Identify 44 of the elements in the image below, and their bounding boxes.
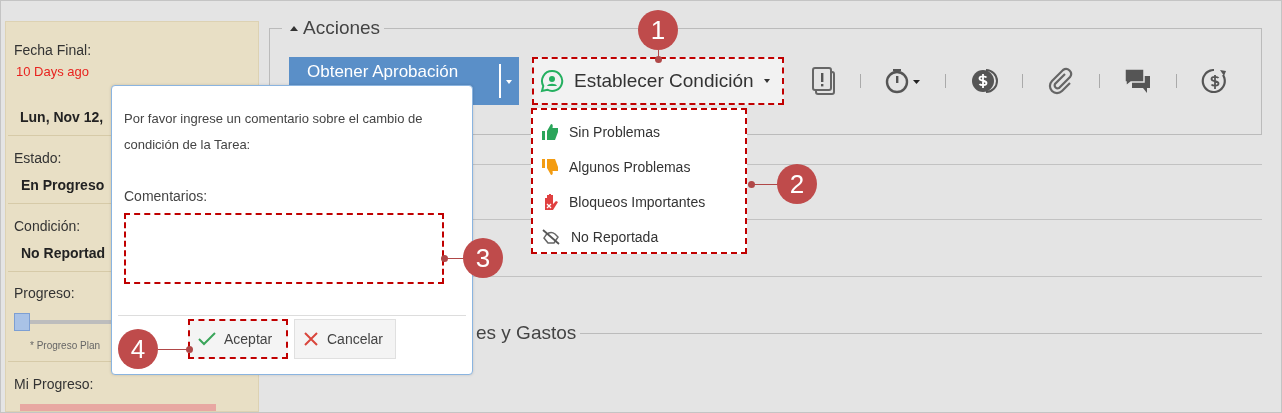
caret-icon	[763, 79, 770, 83]
timer-icon[interactable]	[885, 68, 921, 94]
leader-dot	[748, 181, 755, 188]
my-progress-label: Mi Progreso:	[14, 376, 94, 393]
paperclip-icon[interactable]	[1047, 67, 1075, 95]
progress-note: * Progreso Plan	[30, 340, 101, 352]
check-icon	[198, 331, 216, 347]
thumbs-up-icon	[541, 122, 559, 141]
leader-dot	[186, 346, 193, 353]
dialog-button[interactable]: Cancelar	[294, 319, 397, 359]
callout-number: 1	[638, 10, 678, 50]
progress-label: Progreso:	[14, 285, 75, 302]
menu-item[interactable]: Sin Problemas	[533, 114, 745, 149]
actions-legend: Acciones	[303, 17, 381, 39]
leader-dot	[655, 56, 662, 63]
dialog-message: Por favor ingrese un comentario sobre el cambio de condición de la Tarea:	[124, 110, 424, 154]
due-date-label: Fecha Final:	[14, 42, 92, 58]
close-icon	[303, 331, 319, 347]
refund-dollar-icon[interactable]	[1201, 67, 1229, 95]
due-date-relative: 10 Days ago	[16, 64, 89, 79]
menu-item[interactable]: No Reportada	[533, 219, 745, 254]
caret-icon[interactable]	[506, 80, 512, 84]
thumbs-down-icon	[541, 157, 559, 176]
status-value: En Progreso	[21, 176, 105, 193]
condition-label: Condición:	[14, 217, 81, 234]
issues-icon[interactable]	[812, 67, 836, 95]
collapse-icon[interactable]	[290, 25, 298, 31]
status-label: Estado:	[14, 149, 62, 166]
dialog-button[interactable]: Aceptar	[188, 319, 288, 359]
slider-thumb[interactable]	[14, 313, 30, 332]
comments-label: Comentarios:	[124, 188, 208, 204]
leader-dot	[441, 255, 448, 262]
due-date-value: Lun, Nov 12,	[20, 109, 104, 125]
chat-icon[interactable]	[1124, 68, 1152, 94]
callout-number: 3	[463, 238, 503, 278]
menu-item[interactable]: Bloqueos Importantes	[533, 184, 745, 219]
comments-field[interactable]	[124, 213, 444, 284]
dollar-coin-icon[interactable]	[970, 68, 998, 94]
menu-item[interactable]: Algunos Problemas	[533, 149, 745, 184]
chat-person-icon	[540, 69, 564, 93]
condition-button[interactable]: Establecer Condición	[532, 57, 784, 105]
callout-number: 2	[777, 164, 817, 204]
section-legend: es y Gastos	[476, 322, 577, 344]
condition-value: No Reportad	[21, 244, 105, 261]
